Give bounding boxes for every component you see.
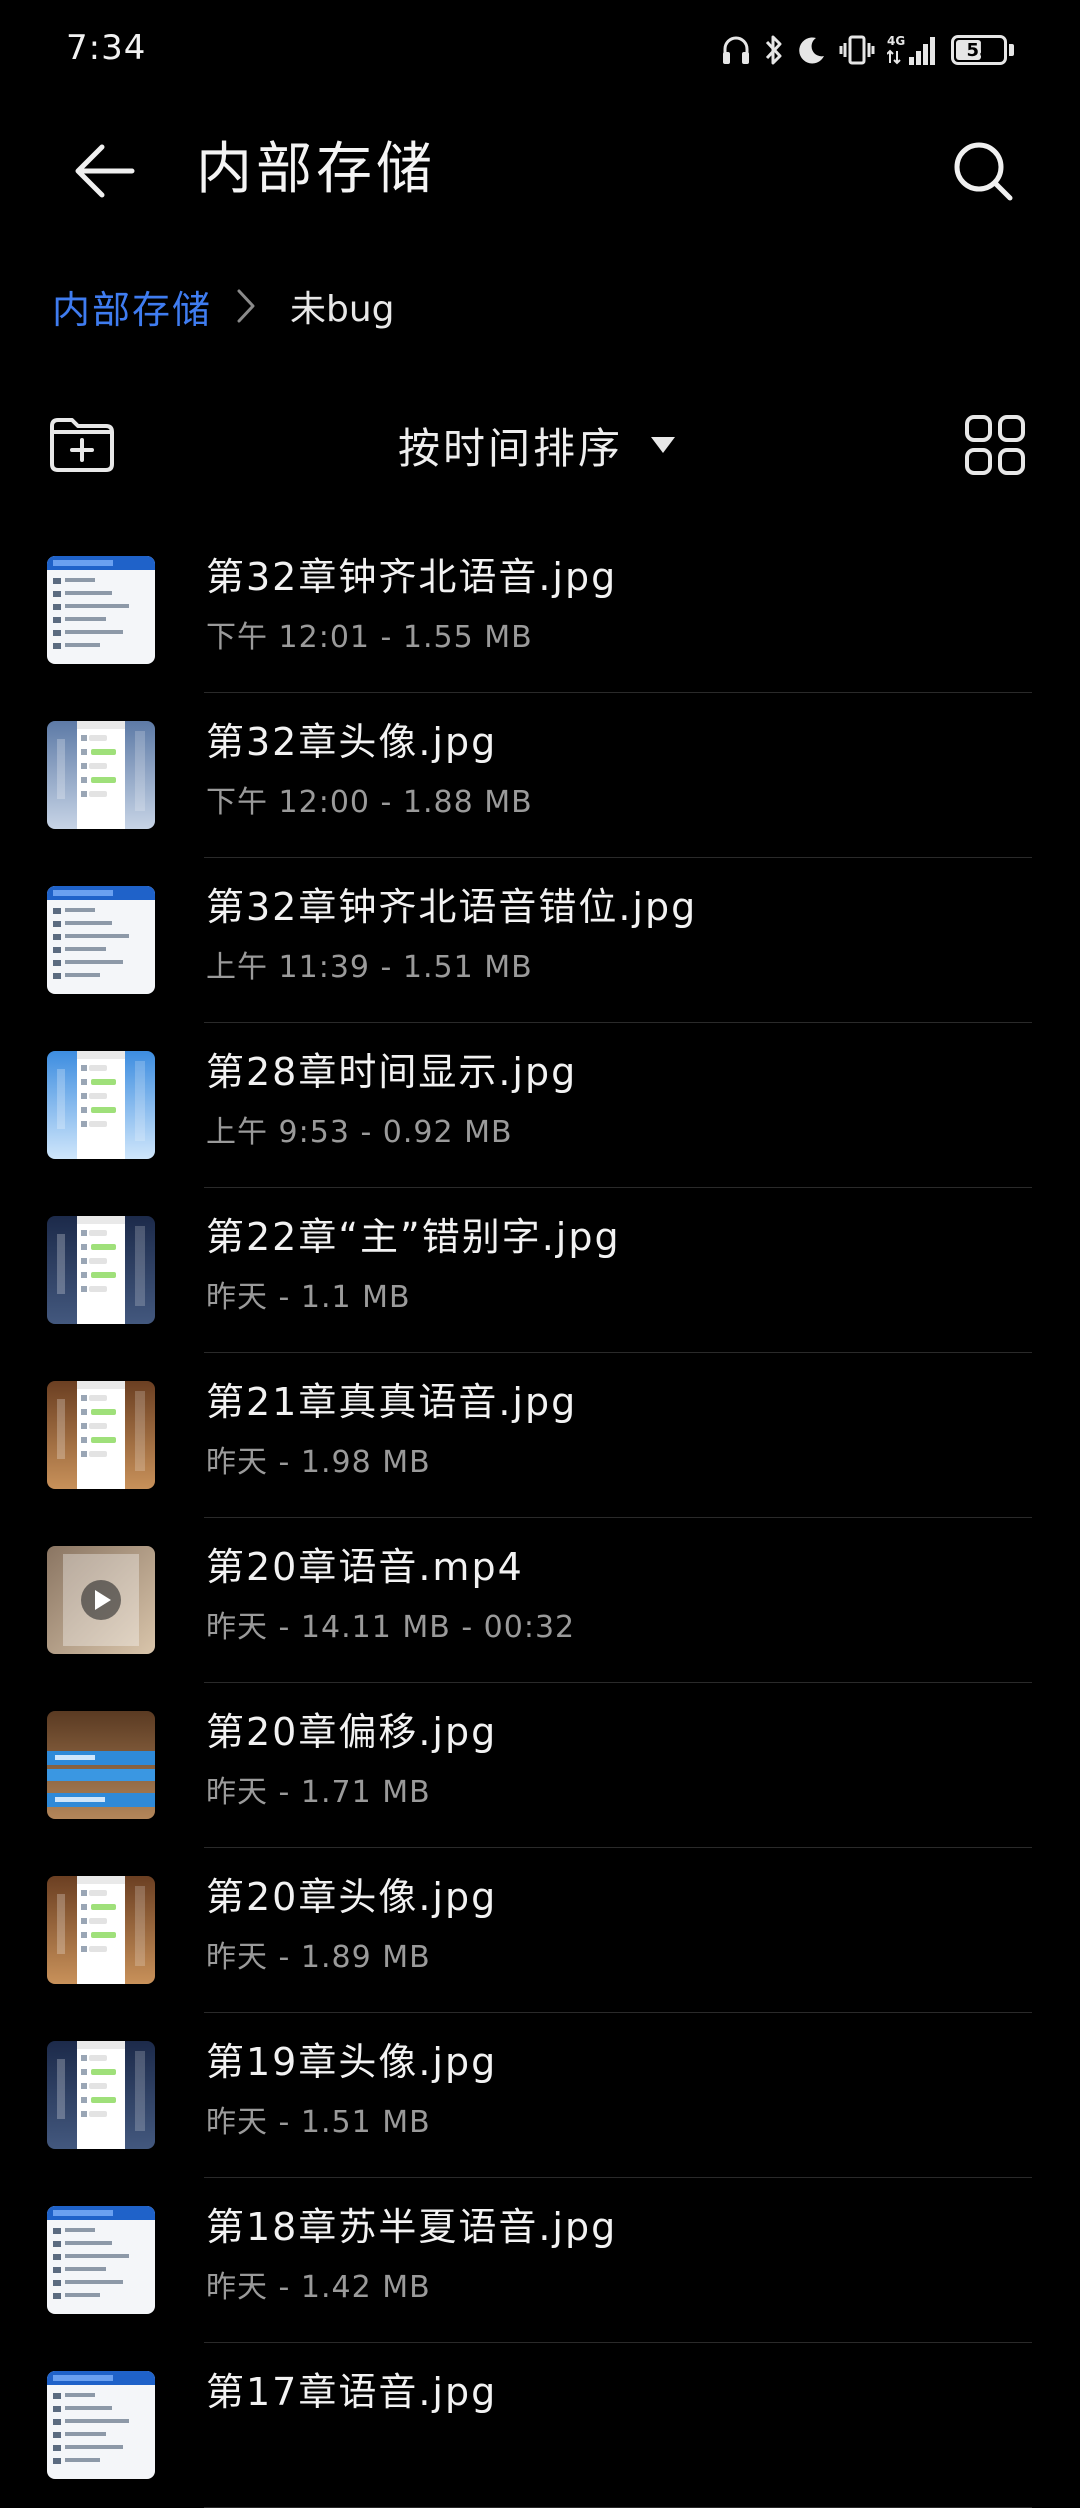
file-row[interactable]: 第19章头像.jpg 昨天 - 1.51 MB <box>0 2013 1080 2178</box>
image-thumbnail <box>47 1381 155 1489</box>
search-icon <box>954 142 1013 201</box>
file-list: 第32章钟齐北语音.jpg 下午 12:01 - 1.55 MB 第32章头像.jp… <box>0 528 1080 2508</box>
bluetooth-icon <box>763 33 785 67</box>
file-meta: 下午 12:00 - 1.88 MB <box>206 785 533 820</box>
app-header: 内部存储 <box>0 120 1080 220</box>
back-button[interactable] <box>64 136 144 206</box>
play-icon <box>47 1546 155 1654</box>
grid-view-button[interactable] <box>962 412 1028 478</box>
image-thumbnail <box>47 1876 155 1984</box>
file-name: 第19章头像.jpg <box>206 2040 498 2084</box>
file-meta: 上午 9:53 - 0.92 MB <box>206 1115 513 1150</box>
image-thumbnail <box>47 556 155 664</box>
grid-view-icon <box>965 415 1025 475</box>
do-not-disturb-moon-icon <box>797 34 827 66</box>
file-row[interactable]: 第18章苏半夏语音.jpg 昨天 - 1.42 MB <box>0 2178 1080 2343</box>
headphones-icon <box>721 34 751 66</box>
file-row[interactable]: 第32章钟齐北语音错位.jpg 上午 11:39 - 1.51 MB <box>0 858 1080 1023</box>
new-folder-button[interactable] <box>46 410 118 478</box>
video-thumbnail <box>47 1546 155 1654</box>
breadcrumb-root[interactable]: 内部存储 <box>52 279 212 334</box>
file-row[interactable]: 第20章偏移.jpg 昨天 - 1.71 MB <box>0 1683 1080 1848</box>
breadcrumb-current[interactable]: 未bug <box>290 280 395 332</box>
file-row[interactable]: 第32章钟齐北语音.jpg 下午 12:01 - 1.55 MB <box>0 528 1080 693</box>
chevron-right-icon <box>236 288 256 324</box>
arrow-left-icon <box>75 144 135 198</box>
file-meta: 下午 12:01 - 1.55 MB <box>206 620 533 655</box>
status-icons: 4G 55 <box>721 28 1014 72</box>
status-bar: 7:34 4G 55 <box>0 0 1080 100</box>
file-name: 第21章真真语音.jpg <box>206 1380 578 1424</box>
file-name: 第18章苏半夏语音.jpg <box>206 2205 618 2249</box>
sort-button[interactable]: 按时间排序 <box>398 414 677 476</box>
battery-icon: 55 <box>951 35 1007 65</box>
file-meta: 上午 11:39 - 1.51 MB <box>206 950 533 985</box>
file-meta: 昨天 - 1.98 MB <box>206 1445 431 1480</box>
file-row[interactable]: 第17章语音.jpg <box>0 2343 1080 2508</box>
file-row[interactable]: 第20章头像.jpg 昨天 - 1.89 MB <box>0 1848 1080 2013</box>
signal-4g-icon: 4G <box>887 33 939 67</box>
file-row[interactable]: 第21章真真语音.jpg 昨天 - 1.98 MB <box>0 1353 1080 1518</box>
image-thumbnail <box>47 2206 155 2314</box>
file-name: 第32章头像.jpg <box>206 720 498 764</box>
svg-text:4G: 4G <box>887 34 905 48</box>
file-name: 第20章偏移.jpg <box>206 1710 498 1754</box>
image-thumbnail <box>47 1711 155 1819</box>
image-thumbnail <box>47 721 155 829</box>
breadcrumb: 内部存储 未bug <box>52 276 395 336</box>
file-meta: 昨天 - 1.1 MB <box>206 1280 411 1315</box>
file-meta: 昨天 - 1.51 MB <box>206 2105 431 2140</box>
sort-label: 按时间排序 <box>398 423 624 473</box>
file-row[interactable]: 第32章头像.jpg 下午 12:00 - 1.88 MB <box>0 693 1080 858</box>
page-title: 内部存储 <box>196 137 436 202</box>
image-thumbnail <box>47 2041 155 2149</box>
vibrate-icon <box>839 34 875 66</box>
image-thumbnail <box>47 1216 155 1324</box>
battery-tip <box>1009 44 1014 56</box>
file-name: 第32章钟齐北语音错位.jpg <box>206 885 698 929</box>
battery-percent: 55 <box>966 39 992 61</box>
file-name: 第28章时间显示.jpg <box>206 1050 578 1094</box>
file-row[interactable]: 第20章语音.mp4 昨天 - 14.11 MB - 00:32 <box>0 1518 1080 1683</box>
file-name: 第20章语音.mp4 <box>206 1545 524 1589</box>
status-time: 7:34 <box>66 28 147 68</box>
image-thumbnail <box>47 2371 155 2479</box>
image-thumbnail <box>47 1051 155 1159</box>
file-meta: 昨天 - 1.89 MB <box>206 1940 431 1975</box>
file-name: 第32章钟齐北语音.jpg <box>206 555 618 599</box>
file-name: 第20章头像.jpg <box>206 1875 498 1919</box>
file-row[interactable]: 第22章“主”错别字.jpg 昨天 - 1.1 MB <box>0 1188 1080 1353</box>
list-toolbar: 按时间排序 <box>0 400 1080 490</box>
file-meta: 昨天 - 1.71 MB <box>206 1775 431 1810</box>
file-meta: 昨天 - 1.42 MB <box>206 2270 431 2305</box>
search-button[interactable] <box>946 134 1022 210</box>
file-meta: 昨天 - 14.11 MB - 00:32 <box>206 1610 576 1645</box>
caret-down-icon <box>649 435 677 455</box>
file-name: 第17章语音.jpg <box>206 2370 498 2414</box>
folder-add-icon <box>50 418 114 472</box>
image-thumbnail <box>47 886 155 994</box>
file-row[interactable]: 第28章时间显示.jpg 上午 9:53 - 0.92 MB <box>0 1023 1080 1188</box>
file-name: 第22章“主”错别字.jpg <box>206 1215 621 1259</box>
